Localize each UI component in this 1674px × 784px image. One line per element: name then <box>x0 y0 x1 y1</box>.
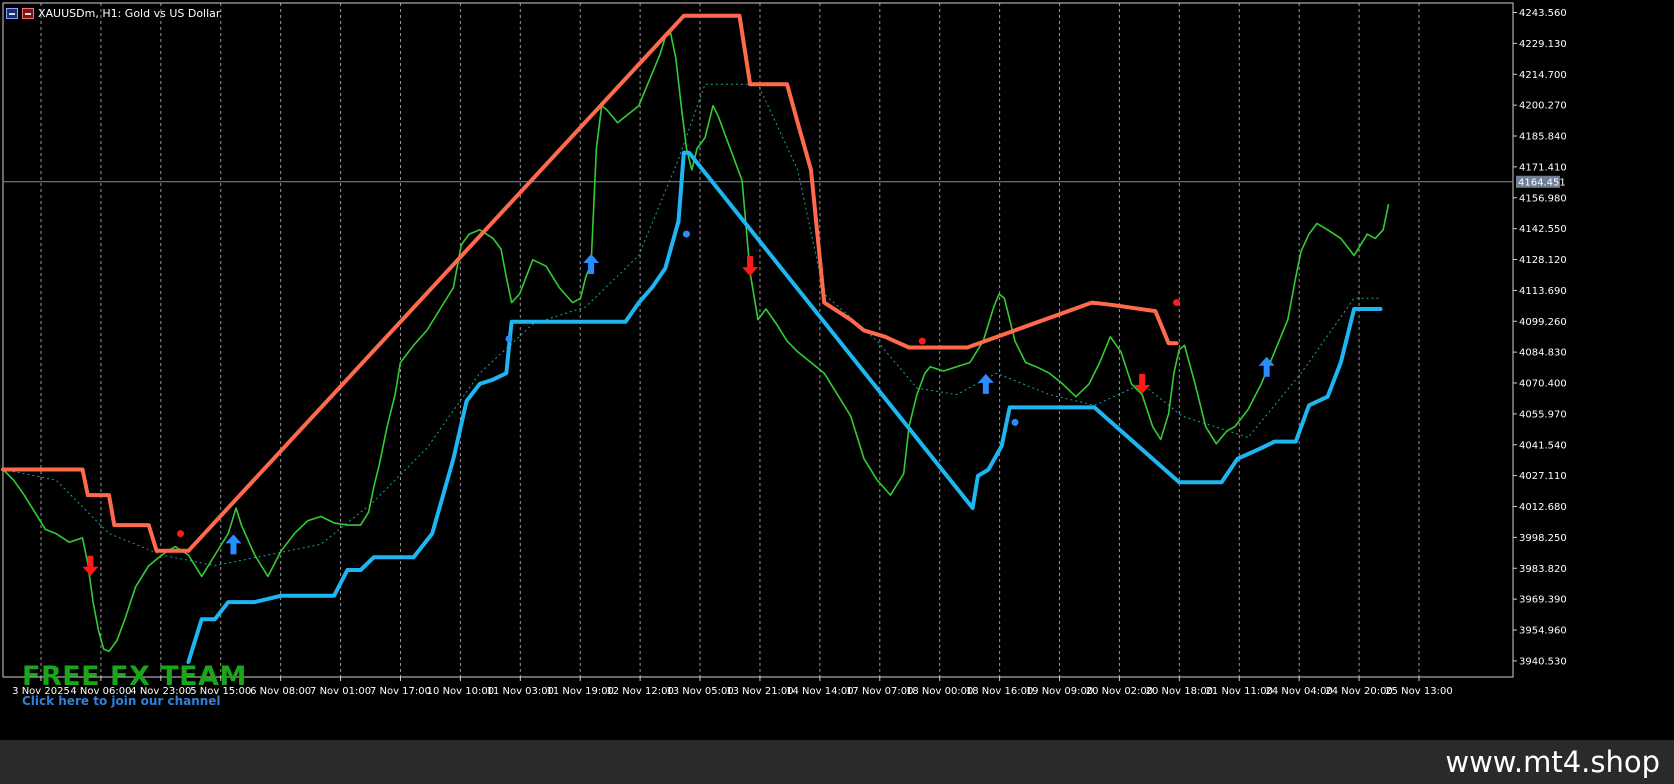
brand-title: FREE FX TEAM <box>22 661 247 692</box>
current-price-label: 4164.451 <box>1518 177 1566 188</box>
sell-signal-dot <box>1173 299 1181 307</box>
x-tick-label: 21 Nov 11:00 <box>1206 686 1273 697</box>
x-tick-label: 7 Nov 01:00 <box>310 686 371 697</box>
chart-window-icon[interactable] <box>6 7 18 19</box>
y-tick-label: 4099.260 <box>1519 317 1567 328</box>
x-tick-label: 13 Nov 21:00 <box>726 686 793 697</box>
buy-signal-dot <box>505 335 513 343</box>
y-tick-label: 4229.130 <box>1519 39 1567 50</box>
x-tick-label: 14 Nov 14:00 <box>786 686 853 697</box>
x-tick-label: 13 Nov 05:00 <box>666 686 733 697</box>
y-tick-label: 3940.530 <box>1519 656 1567 667</box>
sell-arrow-icon <box>742 256 759 277</box>
buy-signal-dot <box>682 230 690 238</box>
y-tick-label: 4041.540 <box>1519 440 1567 451</box>
brand-overlay: FREE FX TEAM Click here to join our chan… <box>22 661 247 709</box>
sell-arrow-icon <box>1134 373 1151 394</box>
x-tick-label: 12 Nov 12:00 <box>606 686 673 697</box>
x-tick-label: 20 Nov 18:00 <box>1146 686 1213 697</box>
x-tick-label: 18 Nov 00:00 <box>906 686 973 697</box>
symbol-title: XAUUSDm, H1: Gold vs US Dollar <box>38 6 221 20</box>
x-tick-label: 11 Nov 03:00 <box>487 686 554 697</box>
y-tick-label: 4084.830 <box>1519 348 1567 359</box>
y-tick-label: 3954.960 <box>1519 626 1567 637</box>
buy-arrow-icon <box>225 534 242 555</box>
y-tick-label: 4128.120 <box>1519 255 1567 266</box>
buy-arrow-icon <box>583 254 600 275</box>
join-channel-link[interactable]: Click here to join our channel <box>22 694 247 708</box>
chart-header: XAUUSDm, H1: Gold vs US Dollar <box>6 6 220 20</box>
y-tick-label: 4214.700 <box>1519 70 1567 81</box>
x-tick-label: 11 Nov 19:00 <box>547 686 614 697</box>
x-tick-label: 24 Nov 20:00 <box>1325 686 1392 697</box>
footer-bar: www.mt4.shop <box>0 740 1674 784</box>
y-tick-label: 3998.250 <box>1519 533 1567 544</box>
y-tick-label: 4142.550 <box>1519 224 1567 235</box>
x-tick-label: 7 Nov 17:00 <box>370 686 431 697</box>
price-chart[interactable]: 3 Nov 2025 4 Nov 06:004 Nov 23:005 Nov 15… <box>0 0 1674 740</box>
price-series <box>2 32 1390 653</box>
x-tick-label: 18 Nov 16:00 <box>966 686 1033 697</box>
chart-type-icon[interactable] <box>22 7 34 19</box>
chart-window[interactable]: 3 Nov 2025 4 Nov 06:00 4 Nov 23:00 5 Nov 15… <box>0 0 1674 740</box>
buy-arrow-icon <box>977 373 994 394</box>
x-tick-label: 6 Nov 08:00 <box>250 686 311 697</box>
y-tick-label: 4200.270 <box>1519 101 1567 112</box>
y-tick-label: 4113.690 <box>1519 286 1567 297</box>
y-tick-label: 3969.390 <box>1519 595 1567 606</box>
y-tick-label: 4027.110 <box>1519 471 1567 482</box>
x-tick-label: 17 Nov 07:00 <box>846 686 913 697</box>
plot-frame <box>2 2 1514 678</box>
y-tick-label: 4156.980 <box>1519 193 1567 204</box>
x-tick-label: 24 Nov 04:00 <box>1265 686 1332 697</box>
y-tick-label: 4055.970 <box>1519 409 1567 420</box>
y-tick-label: 4171.410 <box>1519 162 1567 173</box>
y-tick-label: 4012.680 <box>1519 502 1567 513</box>
y-tick-label: 4070.400 <box>1519 379 1567 390</box>
y-tick-label: 4243.560 <box>1519 8 1567 19</box>
x-tick-label: 19 Nov 09:00 <box>1026 686 1093 697</box>
sell-signal-dot <box>176 530 184 538</box>
buy-signal-dot <box>1011 418 1019 426</box>
upper-band-series <box>1 13 1179 553</box>
sell-signal-dot <box>918 337 926 345</box>
y-tick-label: 4185.840 <box>1519 132 1567 143</box>
y-tick-label: 3983.820 <box>1519 564 1567 575</box>
footer-site-text: www.mt4.shop <box>1445 745 1660 779</box>
sell-arrow-icon <box>82 555 99 576</box>
x-tick-label: 20 Nov 02:00 <box>1086 686 1153 697</box>
x-tick-label: 10 Nov 10:00 <box>427 686 494 697</box>
buy-arrow-icon <box>1258 356 1275 377</box>
x-tick-label: 25 Nov 13:00 <box>1385 686 1452 697</box>
